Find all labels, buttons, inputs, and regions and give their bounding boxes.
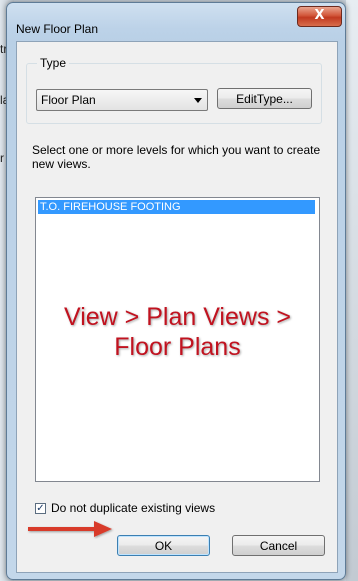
background-text: r [0, 151, 4, 165]
new-floor-plan-dialog: New Floor Plan X Type Floor Plan EditTyp… [6, 2, 346, 580]
close-icon: X [314, 8, 325, 23]
instruction-text: Select one or more levels for which you … [32, 143, 321, 171]
type-group: Type Floor Plan EditType... [26, 56, 322, 124]
dialog-client-area: Type Floor Plan EditType... Select one o… [16, 41, 338, 573]
duplicate-checkbox-label[interactable]: Do not duplicate existing views [51, 501, 215, 515]
checkmark-icon: ✓ [36, 503, 45, 514]
ok-button[interactable]: OK [117, 535, 210, 556]
background-window-right [346, 0, 358, 581]
type-dropdown-value: Floor Plan [41, 93, 96, 107]
dropdown-arrow-icon [194, 98, 202, 103]
type-dropdown[interactable]: Floor Plan [36, 89, 208, 111]
annotation-overlay: View > Plan Views > Floor Plans [36, 302, 319, 362]
close-button[interactable]: X [297, 6, 342, 27]
duplicate-checkbox[interactable]: ✓ [35, 503, 46, 514]
annotation-line: View > Plan Views > [64, 303, 291, 331]
type-group-legend: Type [37, 56, 70, 70]
levels-listbox[interactable]: T.O. FIREHOUSE FOOTING View > Plan Views… [35, 197, 320, 482]
edit-type-button[interactable]: EditType... [217, 88, 312, 109]
list-item[interactable]: T.O. FIREHOUSE FOOTING [38, 200, 315, 214]
cancel-button[interactable]: Cancel [232, 535, 325, 556]
red-arrow-icon [28, 521, 112, 537]
annotation-line: Floor Plans [114, 333, 241, 361]
dialog-title: New Floor Plan [16, 22, 99, 36]
